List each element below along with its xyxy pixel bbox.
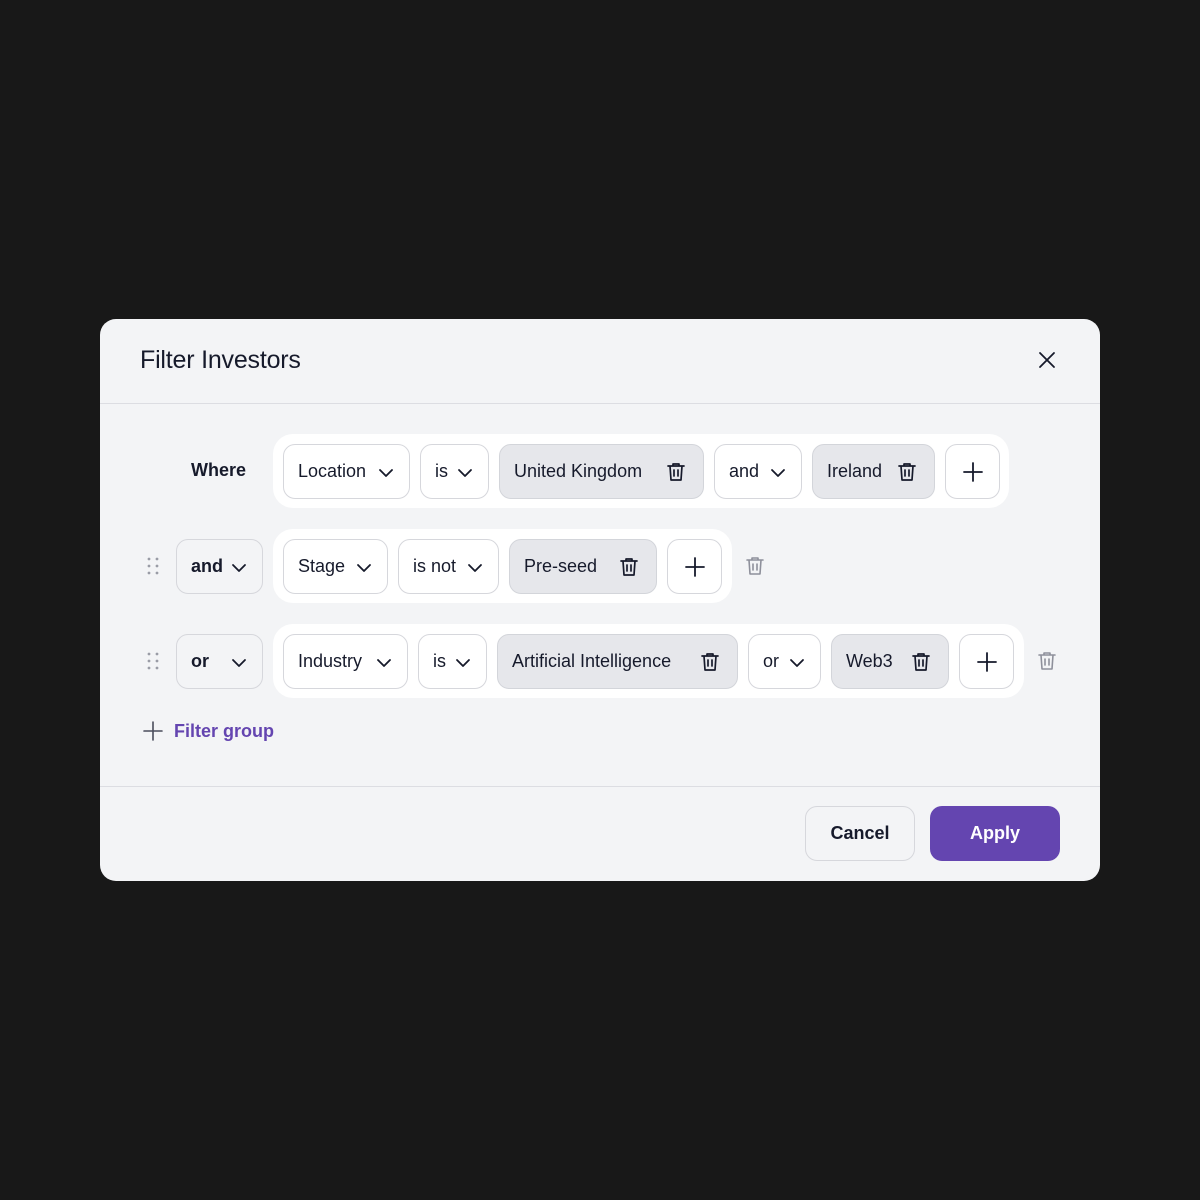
chevron-down-icon xyxy=(232,659,246,667)
field-select-label: Industry xyxy=(298,651,363,671)
add-value-button[interactable] xyxy=(667,539,722,594)
operator-select-is[interactable]: is xyxy=(418,634,487,689)
logic-select-label: and xyxy=(191,556,224,576)
joiner-select-or[interactable]: or xyxy=(748,634,821,689)
value-chip-artificial-intelligence: Artificial Intelligence xyxy=(497,634,738,689)
field-select-label: Stage xyxy=(298,556,346,576)
chevron-down-icon xyxy=(232,564,246,572)
plus-icon xyxy=(143,721,163,741)
trash-icon[interactable] xyxy=(665,461,687,483)
chevron-down-icon xyxy=(456,659,470,667)
operator-select-label: is xyxy=(435,461,448,481)
field-select-stage[interactable]: Stage xyxy=(283,539,388,594)
filter-group-stage: Stage is not Pre-seed xyxy=(273,529,732,603)
delete-row-trash-icon[interactable] xyxy=(1036,650,1058,672)
filter-group-industry: Industry is Artificial Intelligence or W… xyxy=(273,624,1024,698)
plus-icon xyxy=(962,461,983,482)
value-chip-ireland: Ireland xyxy=(812,444,935,499)
drag-handle-icon[interactable] xyxy=(146,556,160,576)
modal-header: Filter Investors xyxy=(100,319,1100,404)
joiner-select-label: and xyxy=(729,461,760,481)
chevron-down-icon xyxy=(771,469,785,477)
trash-icon[interactable] xyxy=(896,461,918,483)
field-select-label: Location xyxy=(298,461,367,481)
apply-button[interactable]: Apply xyxy=(930,806,1060,861)
add-filter-group-button[interactable]: Filter group xyxy=(142,719,274,743)
chevron-down-icon xyxy=(357,564,371,572)
operator-select-label: is not xyxy=(413,556,457,576)
value-chip-pre-seed: Pre-seed xyxy=(509,539,657,594)
value-chip-label: Pre-seed xyxy=(524,556,598,576)
logic-select-or[interactable]: or xyxy=(176,634,263,689)
chevron-down-icon xyxy=(379,469,393,477)
delete-row-trash-icon[interactable] xyxy=(744,555,766,577)
field-select-industry[interactable]: Industry xyxy=(283,634,408,689)
add-value-button[interactable] xyxy=(959,634,1014,689)
filter-group-location: Location is United Kingdom and Ireland xyxy=(273,434,1009,508)
close-button[interactable] xyxy=(1032,345,1062,375)
close-icon xyxy=(1039,352,1055,368)
operator-select-is[interactable]: is xyxy=(420,444,489,499)
operator-select-label: is xyxy=(433,651,446,671)
plus-icon xyxy=(976,651,997,672)
chevron-down-icon xyxy=(790,659,804,667)
value-chip-label: Web3 xyxy=(846,651,893,671)
modal-footer: Cancel Apply xyxy=(100,786,1100,881)
trash-icon[interactable] xyxy=(699,651,721,673)
value-chip-label: Artificial Intelligence xyxy=(512,651,672,671)
add-filter-group-label: Filter group xyxy=(174,720,274,741)
modal-title: Filter Investors xyxy=(140,346,301,374)
add-value-button[interactable] xyxy=(945,444,1000,499)
value-chip-web3: Web3 xyxy=(831,634,949,689)
field-select-location[interactable]: Location xyxy=(283,444,410,499)
where-label: Where xyxy=(191,460,247,480)
drag-handle-icon[interactable] xyxy=(146,651,160,671)
filter-modal: Filter Investors Where Location is Unite… xyxy=(100,319,1100,881)
value-chip-label: Ireland xyxy=(827,461,883,481)
plus-icon xyxy=(684,556,705,577)
cancel-button[interactable]: Cancel xyxy=(805,806,915,861)
chevron-down-icon xyxy=(458,469,472,477)
chevron-down-icon xyxy=(377,659,391,667)
operator-select-is-not[interactable]: is not xyxy=(398,539,499,594)
joiner-select-and[interactable]: and xyxy=(714,444,802,499)
trash-icon[interactable] xyxy=(910,651,932,673)
trash-icon[interactable] xyxy=(618,556,640,578)
chevron-down-icon xyxy=(468,564,482,572)
joiner-select-label: or xyxy=(763,651,780,671)
value-chip-united-kingdom: United Kingdom xyxy=(499,444,704,499)
logic-select-label: or xyxy=(191,651,209,671)
logic-select-and[interactable]: and xyxy=(176,539,263,594)
value-chip-label: United Kingdom xyxy=(514,461,643,481)
